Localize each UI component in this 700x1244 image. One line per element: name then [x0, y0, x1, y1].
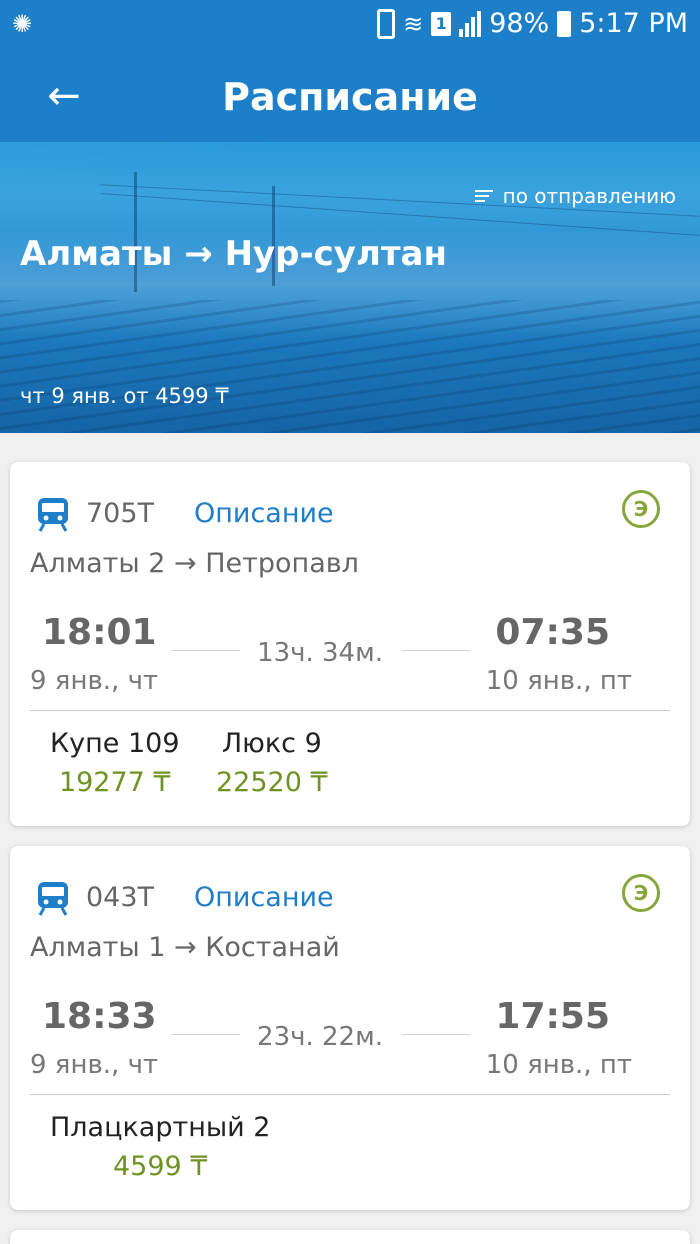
train-card[interactable] [10, 1230, 690, 1244]
arrival-date: 10 янв., пт [485, 1050, 632, 1080]
route-title: Алматы → Нур-султан [20, 234, 447, 274]
duration-line-right [402, 1034, 470, 1035]
divider [30, 710, 670, 711]
duration-line-right [402, 650, 470, 651]
seat-price: 22520 ₸ [216, 767, 328, 798]
seat-option-lux[interactable]: Люкс 9 22520 ₸ [216, 728, 328, 798]
train-number: 043Т [86, 882, 155, 913]
sort-icon [474, 190, 493, 202]
seat-class-name: Люкс 9 [221, 728, 322, 759]
seat-class-name: Плацкартный 2 [50, 1112, 271, 1143]
wifi-icon: ≋ [403, 9, 424, 38]
phone-icon [377, 8, 396, 39]
sort-label: по отправлению [502, 184, 676, 208]
date-price-subtitle: чт 9 янв. от 4599 ₸ [20, 384, 229, 408]
description-link[interactable]: Описание [194, 498, 334, 529]
weather-icon: ✺ [12, 10, 33, 38]
train-card[interactable]: 705Т Описание Э Алматы 2 → Петропавл 18:… [10, 462, 690, 826]
clock: 5:17 PM [579, 8, 688, 39]
divider [30, 1094, 670, 1095]
train-icon [38, 498, 68, 532]
train-card[interactable]: 043Т Описание Э Алматы 1 → Костанай 18:3… [10, 846, 690, 1210]
description-link[interactable]: Описание [194, 882, 334, 913]
departure-date: 9 янв., чт [30, 1050, 159, 1080]
train-route: Алматы 1 → Костанай [30, 932, 340, 963]
arrival-time: 17:55 [495, 996, 610, 1037]
sim-badge: 1 [431, 11, 452, 36]
status-bar: ✺ ≋ 1 98% 5:17 PM [0, 0, 700, 50]
seat-option-platskart[interactable]: Плацкартный 2 4599 ₸ [50, 1112, 270, 1182]
page-title: Расписание [222, 75, 478, 119]
economy-badge: Э [622, 874, 660, 912]
economy-badge: Э [622, 490, 660, 528]
battery-percent: 98% [489, 8, 550, 39]
arrival-time: 07:35 [495, 612, 610, 653]
seat-price: 4599 ₸ [113, 1151, 208, 1182]
train-icon [38, 882, 68, 916]
seat-price: 19277 ₸ [58, 767, 171, 798]
battery-icon [557, 10, 572, 37]
train-number: 705Т [86, 498, 155, 529]
seat-option-kupe[interactable]: Купе 109 19277 ₸ [50, 728, 180, 798]
sort-button[interactable]: по отправлению [474, 184, 676, 208]
seat-class-name: Купе 109 [50, 728, 180, 759]
departure-date: 9 янв., чт [30, 666, 159, 696]
signal-icon [459, 10, 482, 37]
train-route: Алматы 2 → Петропавл [30, 548, 359, 579]
arrival-date: 10 янв., пт [485, 666, 632, 696]
